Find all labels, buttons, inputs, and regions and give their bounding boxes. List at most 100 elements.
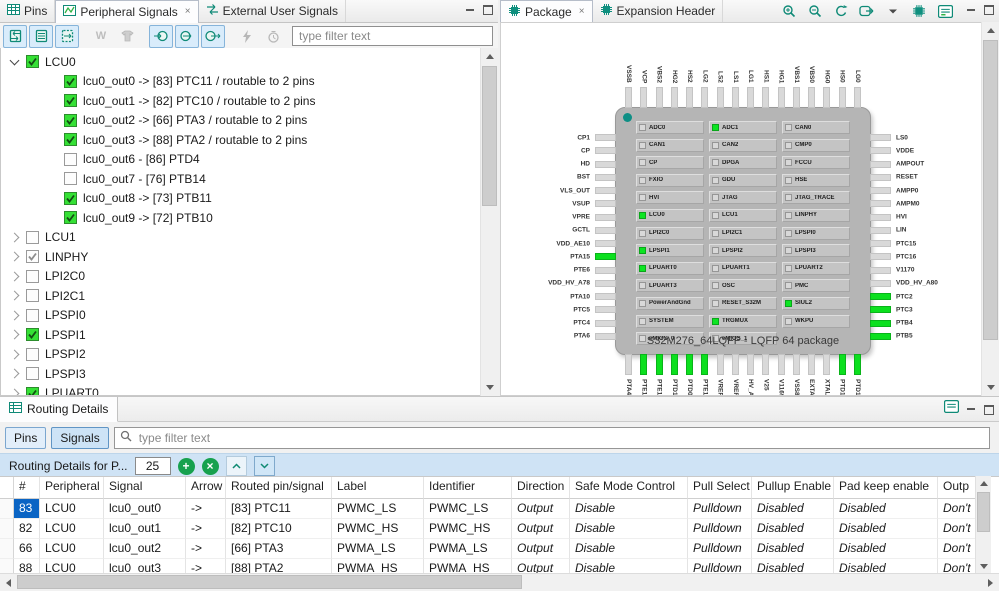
column-header[interactable]: Outp xyxy=(938,477,976,499)
pin-vsup[interactable]: VSUP xyxy=(595,200,616,207)
pin-vdd_hv_a80[interactable]: VDD_HV_A80 xyxy=(870,280,891,287)
tree-item[interactable]: LCU1 xyxy=(1,228,479,248)
pin-pta4[interactable]: PTA4 xyxy=(625,354,632,375)
table-cell[interactable]: LCU0 xyxy=(40,539,104,559)
tree-item[interactable]: lcu0_out1 -> [82] PTC10 / routable to 2 … xyxy=(1,91,479,111)
peripheral-block-lpspi3[interactable]: LPSPI3 xyxy=(782,244,850,257)
peripheral-block-lpuart0[interactable]: LPUART0 xyxy=(636,262,704,275)
peripheral-block-adc0[interactable]: ADC0 xyxy=(636,121,704,134)
pin-vbs2[interactable]: VBS2 xyxy=(656,87,663,108)
table-cell[interactable]: 83 xyxy=(14,499,40,519)
restore-view-icon[interactable] xyxy=(944,400,959,416)
tree-item[interactable]: LPUART0 xyxy=(1,384,479,397)
table-row[interactable]: 82LCU0lcu0_out1->[82] PTC10PWMC_HSPWMC_H… xyxy=(0,519,999,539)
table-cell[interactable]: Disabled xyxy=(752,539,834,559)
column-header[interactable]: Label xyxy=(332,477,424,499)
column-header[interactable]: Identifier xyxy=(424,477,512,499)
pin-xtal[interactable]: XTAL xyxy=(823,354,830,375)
collapse-up-button[interactable] xyxy=(226,456,247,476)
pins-toggle-button[interactable]: Pins xyxy=(5,427,46,449)
tree-item[interactable]: LPSPI3 xyxy=(1,364,479,384)
pin-ls1[interactable]: LS1 xyxy=(732,87,739,108)
table-cell[interactable]: PWMA_LS xyxy=(424,539,512,559)
peripheral-block-fxio[interactable]: FXIO xyxy=(636,174,704,187)
pin-ptc4[interactable]: PTC4 xyxy=(595,320,616,327)
table-cell[interactable]: PWMC_HS xyxy=(424,519,512,539)
tree-scrollbar[interactable] xyxy=(480,48,498,396)
scroll-up-icon[interactable] xyxy=(481,48,498,65)
table-cell[interactable]: [83] PTC11 xyxy=(226,499,332,519)
checkbox[interactable] xyxy=(64,133,77,146)
chevron-collapsed-icon[interactable] xyxy=(10,330,20,340)
pin-vss85[interactable]: VSS85 xyxy=(793,354,800,375)
peripheral-block-hse[interactable]: HSE xyxy=(782,174,850,187)
pin-pta6[interactable]: PTA6 xyxy=(595,333,616,340)
pin-vcp[interactable]: VCP xyxy=(640,87,647,108)
pin-lg2[interactable]: LG2 xyxy=(701,87,708,108)
chevron-collapsed-icon[interactable] xyxy=(10,271,20,281)
tree-scroll-thumb[interactable] xyxy=(482,66,497,206)
peripheral-block-adc1[interactable]: ADC1 xyxy=(709,121,777,134)
column-header[interactable]: Direction xyxy=(512,477,570,499)
table-cell[interactable]: Pulldown xyxy=(688,539,752,559)
chevron-collapsed-icon[interactable] xyxy=(10,310,20,320)
peripheral-block-can0[interactable]: CAN0 xyxy=(782,121,850,134)
tab-peripheral-signals[interactable]: Peripheral Signals× xyxy=(55,0,198,23)
checkbox[interactable] xyxy=(26,289,39,302)
row-count-field[interactable]: 25 xyxy=(135,457,171,475)
peripheral-block-siul2[interactable]: SIUL2 xyxy=(782,297,850,310)
table-cell[interactable]: -> xyxy=(186,559,226,574)
peripheral-block-jtag[interactable]: JTAG xyxy=(709,191,777,204)
checkbox[interactable] xyxy=(26,270,39,283)
pin-ptb4[interactable]: PTB4 xyxy=(870,320,891,327)
checkbox[interactable] xyxy=(64,75,77,88)
pin-extal[interactable]: EXTAL xyxy=(808,354,815,375)
column-header[interactable]: Peripheral xyxy=(40,477,104,499)
checkbox[interactable] xyxy=(64,192,77,205)
peripheral-block-lcu1[interactable]: LCU1 xyxy=(709,209,777,222)
checkbox[interactable] xyxy=(64,114,77,127)
peripheral-block-lcu0[interactable]: LCU0 xyxy=(636,209,704,222)
pin-vbs0[interactable]: VBS0 xyxy=(808,87,815,108)
table-cell[interactable]: Disabled xyxy=(752,499,834,519)
checkbox[interactable] xyxy=(26,231,39,244)
pin-pte11[interactable]: PTE11 xyxy=(701,354,708,375)
pin-vssb[interactable]: VSSB xyxy=(625,87,632,108)
minimize-icon[interactable] xyxy=(967,405,976,414)
pin-hs1[interactable]: HS1 xyxy=(762,87,769,108)
peripheral-block-lpuart1[interactable]: LPUART1 xyxy=(709,262,777,275)
pin-pta15[interactable]: PTA15 xyxy=(595,253,616,260)
chip-tool-icon[interactable] xyxy=(909,0,929,23)
checkbox[interactable] xyxy=(64,172,77,185)
pin-vdd_ae10[interactable]: VDD_AE10 xyxy=(595,240,616,247)
rotate-icon[interactable] xyxy=(831,0,851,23)
chevron-collapsed-icon[interactable] xyxy=(10,232,20,242)
table-row[interactable]: 83LCU0lcu0_out0->[83] PTC11PWMC_LSPWMC_L… xyxy=(0,499,999,519)
pin-ptd0[interactable]: PTD0 xyxy=(686,354,693,375)
table-cell[interactable]: Output xyxy=(512,499,570,519)
table-cell[interactable]: lcu0_out0 xyxy=(104,499,186,519)
tree-item[interactable]: LPSPI1 xyxy=(1,325,479,345)
peripheral-block-osc[interactable]: OSC xyxy=(709,279,777,292)
peripheral-block-lpspi0[interactable]: LPSPI0 xyxy=(782,227,850,240)
table-cell[interactable]: Don't xyxy=(938,539,976,559)
pin-vdd_hv_a78[interactable]: VDD_HV_A78 xyxy=(595,280,616,287)
close-icon[interactable]: × xyxy=(185,7,191,17)
tree-item[interactable]: lcu0_out8 -> [73] PTB11 xyxy=(1,189,479,209)
checkbox[interactable] xyxy=(26,387,39,396)
chevron-collapsed-icon[interactable] xyxy=(10,388,20,396)
lightning-icon[interactable] xyxy=(235,25,259,48)
tab-routing-details[interactable]: Routing Details xyxy=(0,397,118,422)
pin-ptc5[interactable]: PTC5 xyxy=(595,306,616,313)
table-cell[interactable]: Disable xyxy=(570,539,688,559)
pin-hv_a79[interactable]: HV_A79 xyxy=(747,354,754,375)
table-cell[interactable]: [82] PTC10 xyxy=(226,519,332,539)
signals-filter-input[interactable] xyxy=(292,26,493,46)
table-cell[interactable]: lcu0_out1 xyxy=(104,519,186,539)
routing-filter-input[interactable] xyxy=(137,430,984,446)
chevron-collapsed-icon[interactable] xyxy=(10,252,20,262)
table-cell[interactable]: Disabled xyxy=(752,559,834,574)
maximize-icon[interactable] xyxy=(483,5,493,15)
table-cell[interactable]: -> xyxy=(186,539,226,559)
signal-mid-icon[interactable] xyxy=(175,25,199,48)
